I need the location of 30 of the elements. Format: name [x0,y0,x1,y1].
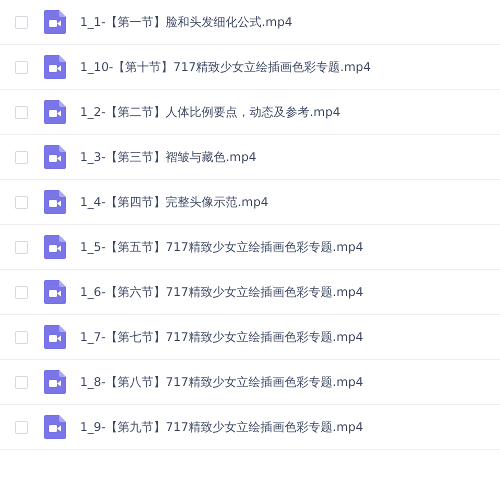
video-file-icon [44,100,66,124]
video-file-icon [44,55,66,79]
file-name[interactable]: 1_1-【第一节】脸和头发细化公式.mp4 [80,14,292,30]
checkbox[interactable] [15,60,28,74]
video-file-icon [44,325,66,349]
file-name[interactable]: 1_2-【第二节】人体比例要点，动态及参考.mp4 [80,104,340,120]
checkbox[interactable] [15,196,28,208]
video-file-icon [44,190,66,214]
video-file-icon [44,370,66,394]
video-file-icon [44,280,66,304]
checkbox[interactable] [15,106,28,118]
file-name[interactable]: 1_5-【第五节】717精致少女立绘插画色彩专题.mp4 [80,238,364,256]
checkbox[interactable] [15,286,28,298]
video-file-icon [44,10,66,34]
file-name[interactable]: 1_7-【第七节】717精致少女立绘插画色彩专题.mp4 [80,328,364,346]
video-file-icon [44,415,66,439]
video-file-icon [44,145,66,169]
checkbox[interactable] [15,376,28,388]
checkbox[interactable] [15,330,28,344]
file-name[interactable]: 1_3-【第三节】褶皱与藏色.mp4 [80,148,256,166]
video-file-icon [44,235,66,259]
file-name[interactable]: 1_8-【第八节】717精致少女立绘插画色彩专题.mp4 [80,374,364,390]
checkbox[interactable] [15,420,28,434]
file-name[interactable]: 1_4-【第四节】完整头像示范.mp4 [80,194,268,210]
checkbox[interactable] [15,240,28,254]
checkbox[interactable] [15,150,28,164]
file-name[interactable]: 1_9-【第九节】717精致少女立绘插画色彩专题.mp4 [80,418,364,436]
file-name[interactable]: 1_6-【第六节】717精致少女立绘插画色彩专题.mp4 [80,284,364,300]
file-name[interactable]: 1_10-【第十节】717精致少女立绘插画色彩专题.mp4 [80,58,371,76]
checkbox[interactable] [15,16,28,28]
